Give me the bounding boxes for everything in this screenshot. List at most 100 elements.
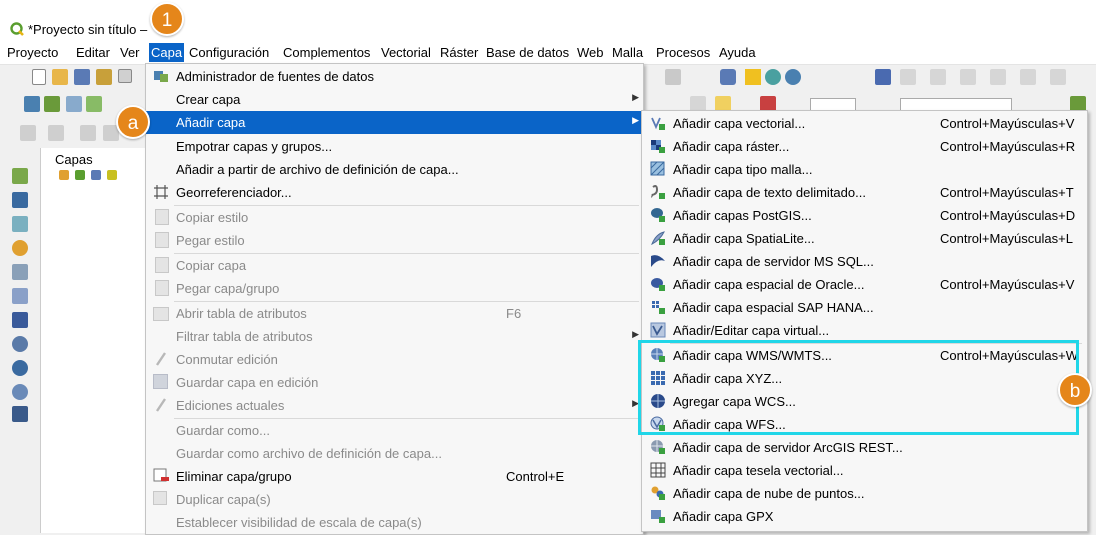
menu-item-save-definition[interactable]: Guardar como archivo de definición de ca… <box>146 442 643 465</box>
menu-item-duplicate-layer[interactable]: Duplicar capa(s) <box>146 488 643 511</box>
menu-raster[interactable]: Ráster <box>440 45 478 60</box>
submenu-item-add-vector-tile[interactable]: Añadir capa tesela vectorial... <box>642 459 1087 482</box>
open-project-icon[interactable] <box>52 69 68 85</box>
submenu-item-add-mesh[interactable]: Añadir capa tipo malla... <box>642 158 1087 181</box>
menu-item-toggle-editing[interactable]: Conmutar edición <box>146 348 643 371</box>
open-styling-icon[interactable] <box>59 170 69 180</box>
menu-ver[interactable]: Ver <box>120 45 140 60</box>
menu-ayuda[interactable]: Ayuda <box>719 45 756 60</box>
menu-item-open-attribute-table[interactable]: Abrir tabla de atributos F6 <box>146 302 643 325</box>
edit-tool-2-icon[interactable] <box>930 69 946 85</box>
submenu-item-add-wcs[interactable]: Agregar capa WCS... <box>642 390 1087 413</box>
add-raster-icon[interactable] <box>66 96 82 112</box>
new-project-icon[interactable] <box>32 69 46 85</box>
submenu-item-add-oracle[interactable]: Añadir capa espacial de Oracle... Contro… <box>642 273 1087 296</box>
menu-item-add-from-definition[interactable]: Añadir a partir de archivo de definición… <box>146 158 643 181</box>
zoom-icon[interactable] <box>785 69 801 85</box>
menu-item-label: Georreferenciador... <box>176 185 292 200</box>
manage-themes-icon[interactable] <box>91 170 101 180</box>
menu-item-filter-attribute-table[interactable]: Filtrar tabla de atributos ▶ <box>146 325 643 348</box>
submenu-item-add-xyz[interactable]: Añadir capa XYZ... <box>642 367 1087 390</box>
save-project-icon[interactable] <box>74 69 90 85</box>
submenu-item-add-spatialite[interactable]: Añadir capa SpatiaLite... Control+Mayúsc… <box>642 227 1087 250</box>
add-wfs-icon[interactable] <box>12 384 28 400</box>
menu-item-paste-layer[interactable]: Pegar capa/grupo <box>146 277 643 300</box>
menu-item-label: Eliminar capa/grupo <box>176 469 292 484</box>
edit-tool-icon[interactable] <box>900 69 916 85</box>
menu-item-save-layer-edits[interactable]: Guardar capa en edición <box>146 371 643 394</box>
new-layout-icon[interactable] <box>96 69 112 85</box>
menu-item-label: Pegar capa/grupo <box>176 281 280 296</box>
add-mesh-layer-icon[interactable] <box>12 216 28 232</box>
menu-item-copy-style[interactable]: Copiar estilo <box>146 206 643 229</box>
menu-configuracion[interactable]: Configuración <box>189 45 269 60</box>
edit-tool-5-icon[interactable] <box>1020 69 1036 85</box>
node-tool-icon[interactable] <box>48 125 64 141</box>
snapping-icon[interactable] <box>80 125 96 141</box>
filter-legend-icon[interactable] <box>107 170 117 180</box>
submenu-item-add-raster[interactable]: Añadir capa ráster... Control+Mayúsculas… <box>642 135 1087 158</box>
add-vector-tile-icon[interactable] <box>12 406 28 422</box>
add-group-icon[interactable] <box>75 170 85 180</box>
add-mesh-icon[interactable] <box>86 96 102 112</box>
submenu-item-add-wfs[interactable]: Añadir capa WFS... <box>642 413 1087 436</box>
identify-icon[interactable] <box>765 69 781 85</box>
menu-item-current-edits[interactable]: Ediciones actuales ▶ <box>146 394 643 417</box>
data-source-manager-icon <box>154 71 168 82</box>
layer-menu-dropdown: Administrador de fuentes de datos Crear … <box>145 63 644 535</box>
attribute-table-icon <box>153 307 169 321</box>
submenu-item-add-vector[interactable]: Añadir capa vectorial... Control+Mayúscu… <box>642 112 1087 135</box>
submenu-item-add-mssql[interactable]: Añadir capa de servidor MS SQL... <box>642 250 1087 273</box>
menu-item-paste-style[interactable]: Pegar estilo <box>146 229 643 252</box>
help-icon[interactable] <box>875 69 891 85</box>
menu-editar[interactable]: Editar <box>76 45 110 60</box>
menu-item-embed-layers[interactable]: Empotrar capas y grupos... <box>146 135 643 158</box>
menu-base-de-datos[interactable]: Base de datos <box>486 45 569 60</box>
digitize-icon[interactable] <box>20 125 36 141</box>
menu-proyecto[interactable]: Proyecto <box>7 45 58 60</box>
submenu-item-add-point-cloud[interactable]: Añadir capa de nube de puntos... <box>642 482 1087 505</box>
add-wcs-icon[interactable] <box>12 360 28 376</box>
menu-item-add-layer[interactable]: Añadir capa ▶ <box>146 111 643 134</box>
add-spatialite-icon[interactable] <box>12 264 28 280</box>
menu-item-copy-layer[interactable]: Copiar capa <box>146 254 643 277</box>
edit-tool-4-icon[interactable] <box>990 69 1006 85</box>
menu-item-save-as[interactable]: Guardar como... <box>146 419 643 442</box>
menu-item-remove-layer[interactable]: Eliminar capa/grupo Control+E <box>146 465 643 488</box>
add-vector-icon[interactable] <box>44 96 60 112</box>
submenu-item-add-virtual[interactable]: Añadir/Editar capa virtual... <box>642 319 1087 342</box>
menu-item-set-scale-visibility[interactable]: Establecer visibilidad de escala de capa… <box>146 511 643 534</box>
submenu-item-add-gpx[interactable]: Añadir capa GPX <box>642 505 1087 528</box>
menu-item-georeferencer[interactable]: Georreferenciador... <box>146 181 643 204</box>
submenu-item-add-arcgis-rest[interactable]: Añadir capa de servidor ArcGIS REST... <box>642 436 1087 459</box>
data-source-icon[interactable] <box>24 96 40 112</box>
add-delimited-text-icon[interactable] <box>12 240 28 256</box>
submenu-item-add-hana[interactable]: Añadir capa espacial SAP HANA... <box>642 296 1087 319</box>
edit-tool-3-icon[interactable] <box>960 69 976 85</box>
wcs-globe-icon <box>651 394 665 408</box>
submenu-item-add-postgis[interactable]: Añadir capas PostGIS... Control+Mayúscul… <box>642 204 1087 227</box>
menu-complementos[interactable]: Complementos <box>283 45 370 60</box>
menu-item-data-source-manager[interactable]: Administrador de fuentes de datos <box>146 65 643 88</box>
submenu-arrow-icon: ▶ <box>632 329 639 339</box>
menu-capa[interactable]: Capa <box>149 43 185 62</box>
edit-tool-6-icon[interactable] <box>1050 69 1066 85</box>
add-postgis-icon[interactable] <box>12 312 28 328</box>
add-wms-icon[interactable] <box>12 336 28 352</box>
submenu-item-add-wms[interactable]: Añadir capa WMS/WMTS... Control+Mayúscul… <box>642 344 1087 367</box>
menu-item-create-layer[interactable]: Crear capa ▶ <box>146 88 643 111</box>
add-vector-layer-icon[interactable] <box>12 168 28 184</box>
submenu-arrow-icon: ▶ <box>632 92 639 102</box>
submenu-item-add-delimited-text[interactable]: , Añadir capa de texto delimitado... Con… <box>642 181 1087 204</box>
add-raster-layer-icon[interactable] <box>12 192 28 208</box>
menu-procesos[interactable]: Procesos <box>656 45 710 60</box>
layout-manager-icon[interactable] <box>118 69 132 83</box>
menu-malla[interactable]: Malla <box>612 45 643 60</box>
mssql-icon <box>651 255 665 267</box>
menu-vectorial[interactable]: Vectorial <box>381 45 431 60</box>
menu-web[interactable]: Web <box>577 45 604 60</box>
measure-icon[interactable] <box>745 69 761 85</box>
db-icon[interactable] <box>720 69 736 85</box>
field-calc-icon[interactable] <box>665 69 681 85</box>
add-virtual-icon[interactable] <box>12 288 28 304</box>
